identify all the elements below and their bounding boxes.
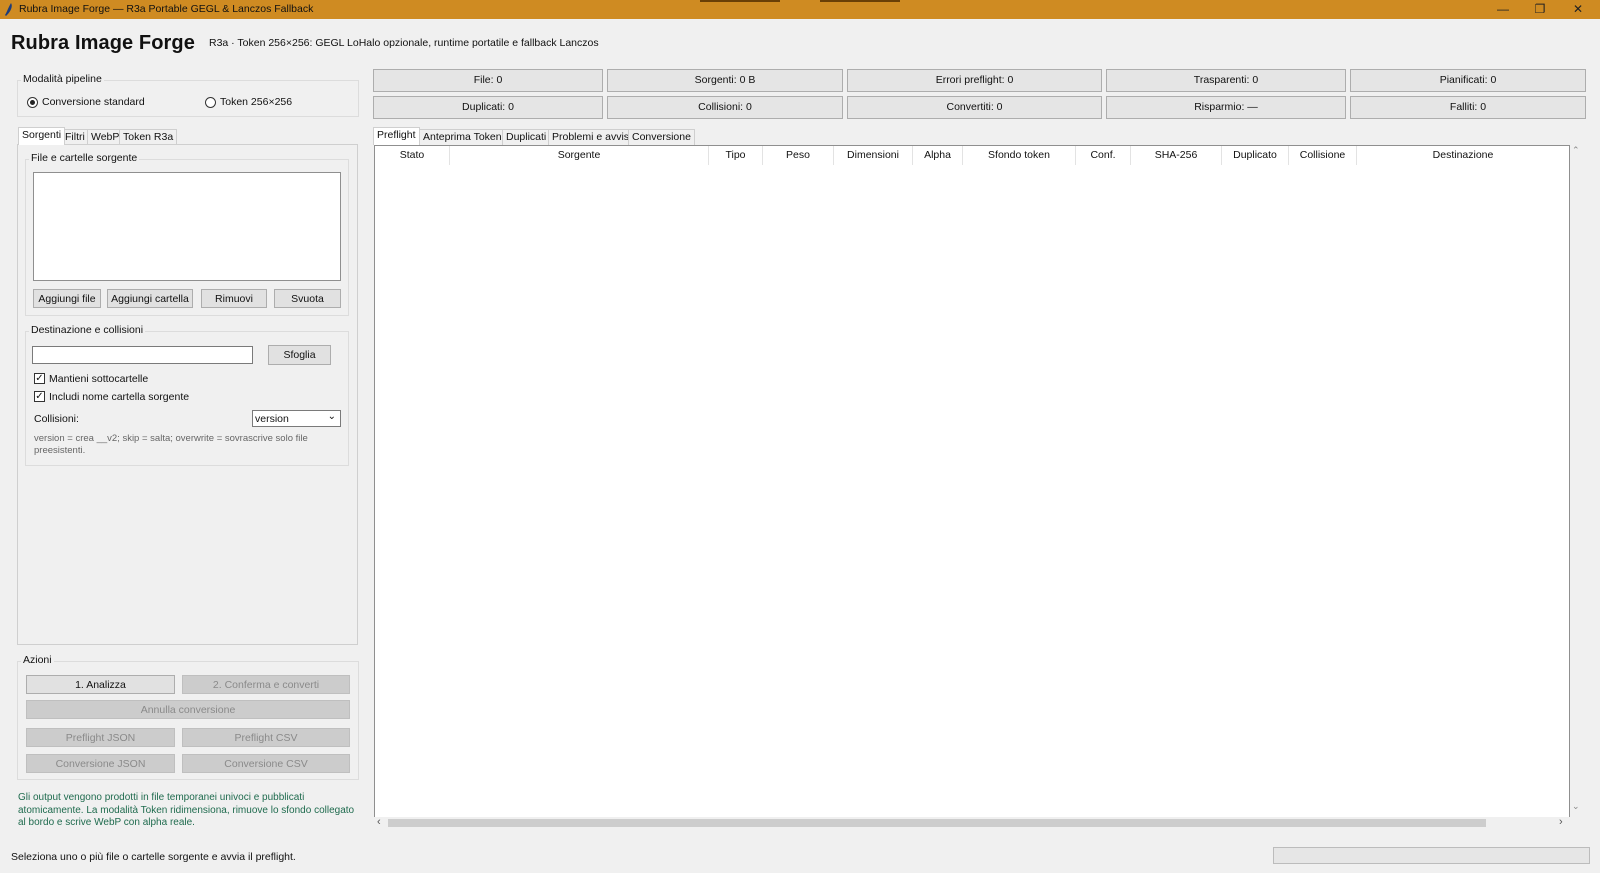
tab-webp[interactable]: WebP xyxy=(87,129,124,145)
conversion-json-button[interactable]: Conversione JSON xyxy=(26,754,175,773)
stat-files: File: 0 xyxy=(373,69,603,92)
window-title: Rubra Image Forge — R3a Portable GEGL & … xyxy=(19,3,314,15)
tab-conversion[interactable]: Conversione xyxy=(628,129,695,145)
cancel-conversion-button[interactable]: Annulla conversione xyxy=(26,700,350,719)
column-header-duplicato[interactable]: Duplicato xyxy=(1222,146,1289,165)
tab-duplicates[interactable]: Duplicati xyxy=(502,129,551,145)
minimize-icon[interactable]: — xyxy=(1485,0,1521,19)
close-icon[interactable]: ✕ xyxy=(1560,0,1596,19)
stat-preflight-errors: Errori preflight: 0 xyxy=(847,69,1102,92)
add-file-button[interactable]: Aggiungi file xyxy=(33,289,101,308)
info-text: Gli output vengono prodotti in file temp… xyxy=(18,792,355,828)
scroll-right-icon[interactable]: › xyxy=(1559,816,1563,828)
stat-collisions: Collisioni: 0 xyxy=(607,96,843,119)
title-bar-accent-mark xyxy=(820,0,900,2)
collisions-help-text: version = crea __v2; skip = salta; overw… xyxy=(34,433,308,456)
preflight-csv-button[interactable]: Preflight CSV xyxy=(182,728,350,747)
keep-subfolders-label: Mantieni sottocartelle xyxy=(49,373,149,385)
sources-label: File e cartelle sorgente xyxy=(29,152,140,164)
tab-preflight[interactable]: Preflight xyxy=(373,127,420,145)
horizontal-scrollbar[interactable]: ‹ › xyxy=(374,816,1570,829)
status-message: Seleziona uno o più file o cartelle sorg… xyxy=(11,851,296,863)
preflight-table[interactable]: Stato Sorgente Tipo Peso Dimensioni Alph… xyxy=(374,145,1570,818)
chevron-down-icon: ⌄ xyxy=(327,411,336,422)
column-header-dimensioni[interactable]: Dimensioni xyxy=(834,146,913,165)
column-header-stato[interactable]: Stato xyxy=(375,146,450,165)
radio-token-label: Token 256×256 xyxy=(220,96,293,108)
column-header-tipo[interactable]: Tipo xyxy=(709,146,763,165)
column-header-sorgente[interactable]: Sorgente xyxy=(450,146,709,165)
keep-subfolders-checkbox[interactable]: ✓ xyxy=(34,373,45,384)
column-header-collisione[interactable]: Collisione xyxy=(1289,146,1357,165)
include-folder-name-label: Includi nome cartella sorgente xyxy=(49,391,190,403)
clear-button[interactable]: Svuota xyxy=(274,289,341,308)
tab-sorgenti[interactable]: Sorgenti xyxy=(18,127,66,145)
scroll-down-icon[interactable]: ⌄ xyxy=(1572,801,1580,812)
add-folder-button[interactable]: Aggiungi cartella xyxy=(107,289,193,308)
stat-converted: Convertiti: 0 xyxy=(847,96,1102,119)
column-header-conf[interactable]: Conf. xyxy=(1076,146,1131,165)
sources-listbox[interactable] xyxy=(33,172,341,281)
title-bar[interactable]: Rubra Image Forge — R3a Portable GEGL & … xyxy=(0,0,1600,19)
pipeline-mode-label: Modalità pipeline xyxy=(21,73,104,85)
radio-standard-conversion[interactable] xyxy=(27,97,38,108)
stat-failed: Falliti: 0 xyxy=(1350,96,1586,119)
stat-transparent: Trasparenti: 0 xyxy=(1106,69,1346,92)
radio-token-256[interactable] xyxy=(205,97,216,108)
column-header-sha256[interactable]: SHA-256 xyxy=(1131,146,1222,165)
vertical-scrollbar[interactable]: ⌃ ⌄ xyxy=(1570,145,1582,818)
actions-label: Azioni xyxy=(21,654,54,666)
radio-standard-label: Conversione standard xyxy=(42,96,145,108)
analyze-button[interactable]: 1. Analizza xyxy=(26,675,175,694)
conversion-csv-button[interactable]: Conversione CSV xyxy=(182,754,350,773)
horizontal-scroll-thumb[interactable] xyxy=(388,819,1486,827)
collisions-select[interactable]: version ⌄ xyxy=(252,410,341,427)
remove-button[interactable]: Rimuovi xyxy=(201,289,267,308)
app-title: Rubra Image Forge xyxy=(11,32,195,54)
destination-path-input[interactable] xyxy=(32,346,253,364)
tab-problems-warnings[interactable]: Problemi e avvisi xyxy=(548,129,636,145)
tab-token-preview[interactable]: Anteprima Token xyxy=(419,129,506,145)
feather-icon xyxy=(5,3,12,16)
include-folder-name-checkbox[interactable]: ✓ xyxy=(34,391,45,402)
stat-planned: Pianificati: 0 xyxy=(1350,69,1586,92)
title-bar-accent-mark xyxy=(700,0,780,2)
stat-sources: Sorgenti: 0 B xyxy=(607,69,843,92)
column-header-destinazione[interactable]: Destinazione xyxy=(1357,146,1569,165)
scroll-up-icon[interactable]: ⌃ xyxy=(1572,145,1580,156)
column-header-alpha[interactable]: Alpha xyxy=(913,146,963,165)
stat-savings: Risparmio: — xyxy=(1106,96,1346,119)
progress-bar xyxy=(1273,847,1590,864)
confirm-convert-button[interactable]: 2. Conferma e converti xyxy=(182,675,350,694)
tab-token-r3a[interactable]: Token R3a xyxy=(119,129,178,145)
browse-button[interactable]: Sfoglia xyxy=(268,345,331,365)
column-header-peso[interactable]: Peso xyxy=(763,146,834,165)
scroll-left-icon[interactable]: ‹ xyxy=(377,816,381,828)
stat-duplicates: Duplicati: 0 xyxy=(373,96,603,119)
column-header-sfondo-token[interactable]: Sfondo token xyxy=(963,146,1076,165)
preflight-json-button[interactable]: Preflight JSON xyxy=(26,728,175,747)
app-subtitle: R3a · Token 256×256: GEGL LoHalo opziona… xyxy=(209,37,599,49)
collisions-label: Collisioni: xyxy=(34,413,79,425)
collisions-select-value: version xyxy=(255,413,289,425)
tab-filtri[interactable]: Filtri xyxy=(61,129,89,145)
destination-label: Destinazione e collisioni xyxy=(29,324,146,336)
restore-icon[interactable]: ❐ xyxy=(1522,0,1558,19)
